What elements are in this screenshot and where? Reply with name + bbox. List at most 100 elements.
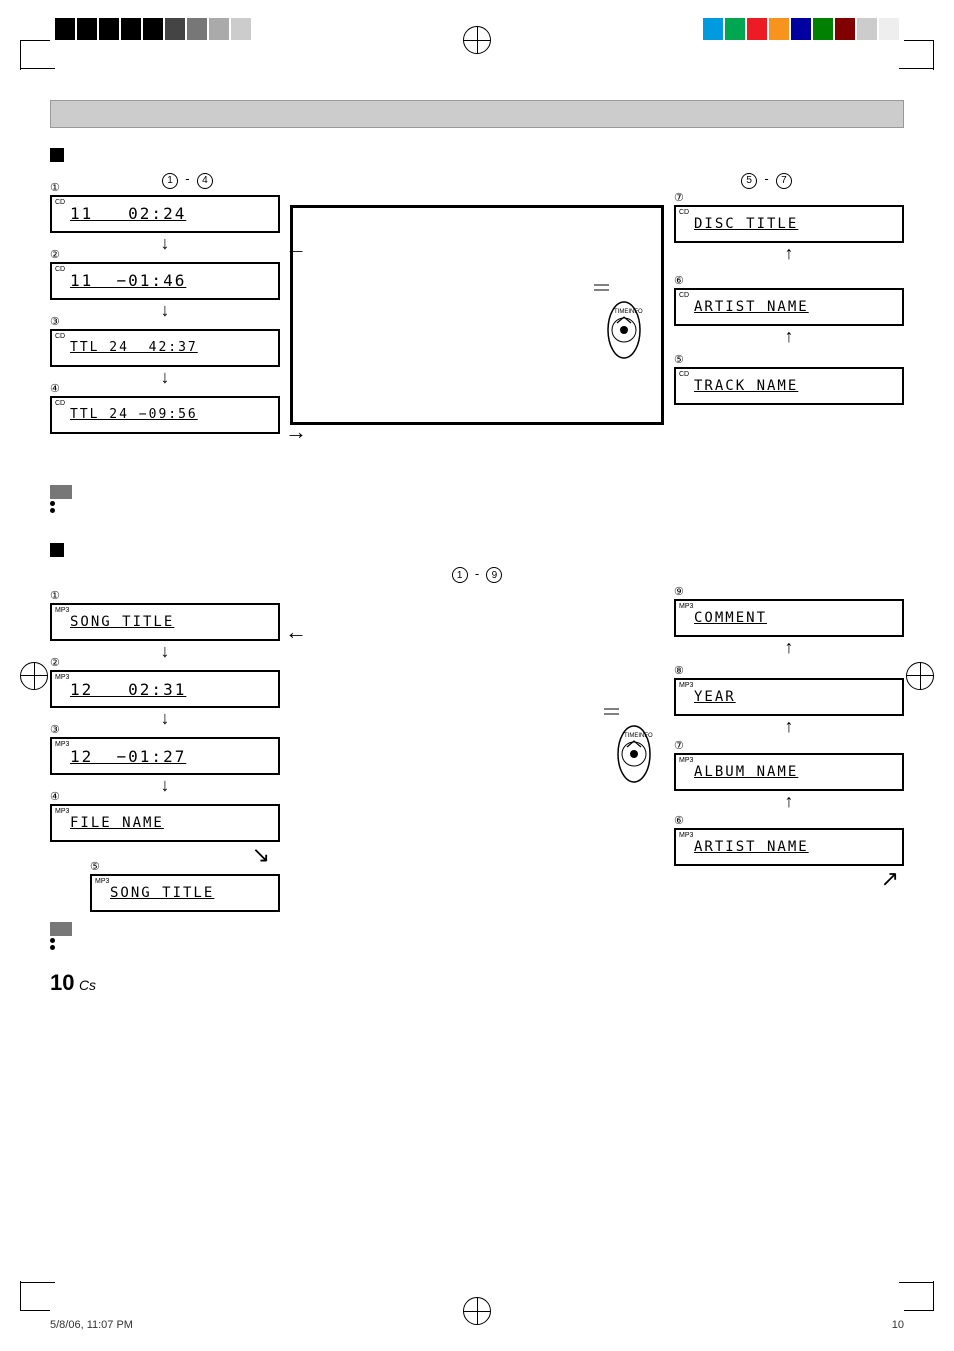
cd-item-5-content: TRACK NAME — [694, 378, 798, 394]
cd-step-7: 7 — [776, 173, 792, 189]
mp3-step-9: 9 — [486, 567, 502, 583]
mp3-item-6-arrow: ↗ — [674, 866, 904, 892]
mp3-item-2-arrow: ↓ — [50, 708, 280, 729]
mp3-item-9-badge: MP3 — [679, 603, 693, 610]
mp3-item-7-box: MP3 ALBUM NAME — [674, 753, 904, 791]
page-suffix: Cs — [79, 977, 96, 993]
cd-item-3-box: CD TTL 24 42:37 — [50, 329, 280, 367]
mp3-item-6-badge: MP3 — [679, 832, 693, 839]
cd-item-6-content: ARTIST NAME — [694, 299, 809, 315]
mp3-item-9-arrow: ↑ — [674, 637, 904, 658]
mp3-arrow-left: ← — [285, 619, 307, 645]
cd-range-left: 1 - 4 — [162, 171, 213, 189]
mp3-bullet-2 — [50, 945, 904, 950]
cd-item-1-badge: CD — [55, 199, 65, 206]
page-number-area: 10 Cs — [50, 970, 904, 996]
mp3-section-icon — [50, 543, 64, 557]
cd-item-6-badge: CD — [679, 292, 689, 299]
bottom-left-corner — [20, 1281, 50, 1311]
cd-item-7-badge: CD — [679, 209, 689, 216]
cd-step-5: 5 — [741, 173, 757, 189]
mp3-item-5-num: ⑤ — [90, 860, 100, 873]
mp3-item-2-badge: MP3 — [55, 674, 69, 681]
mp3-item-5-badge: MP3 — [95, 878, 109, 885]
cd-item-2-badge: CD — [55, 266, 65, 273]
cd-item-1-content: 11 02:24 — [70, 204, 186, 223]
cd-step-1: 1 — [162, 173, 178, 189]
cd-item-5-box: CD TRACK NAME — [674, 367, 904, 405]
cd-range-right: 5 - 7 — [741, 171, 792, 189]
cd-item-5-badge: CD — [679, 371, 689, 378]
cd-item-2-content: 11 −01:46 — [70, 271, 186, 290]
cd-item-6-box: CD ARTIST NAME — [674, 288, 904, 326]
mp3-item-1-num: ① — [50, 589, 60, 602]
mp3-item-5-content: SONG TITLE — [110, 885, 214, 901]
cd-item-7-content: DISC TITLE — [694, 216, 798, 232]
cd-arrow-left-top: ← — [285, 235, 307, 261]
mp3-item-9-box: MP3 COMMENT — [674, 599, 904, 637]
mp3-item-7-badge: MP3 — [679, 757, 693, 764]
cd-item-2-num: ② — [50, 248, 60, 261]
cd-item-1-arrow: ↓ — [50, 233, 280, 254]
footer-page: 10 — [892, 1319, 904, 1331]
mp3-item-2-num: ② — [50, 656, 60, 669]
bottom-right-corner — [904, 1281, 934, 1311]
mp3-item-7-arrow: ↑ — [674, 791, 904, 812]
color-bar-left — [55, 18, 251, 40]
cd-item-3-num: ③ — [50, 315, 60, 328]
top-right-corner — [904, 40, 934, 70]
mp3-item-8-num: ⑧ — [674, 664, 684, 677]
cd-section-icon — [50, 148, 64, 162]
cd-item-3-badge: CD — [55, 333, 65, 340]
footer-date: 5/8/06, 11:07 PM — [50, 1319, 133, 1331]
mp3-bullet-1 — [50, 938, 904, 943]
color-bar-right — [703, 18, 899, 40]
cd-item-1-box: CD 11 02:24 — [50, 195, 280, 233]
mp3-item-8-badge: MP3 — [679, 682, 693, 689]
mp3-item-6-content: ARTIST NAME — [694, 839, 809, 855]
mp3-item-4-content: FILE NAME — [70, 815, 164, 831]
cd-item-6-arrow: ↑ — [674, 326, 904, 347]
mp3-item-8-box: MP3 YEAR — [674, 678, 904, 716]
mp3-remote-icon: TIMEINFO — [599, 699, 654, 789]
crosshair-top — [463, 26, 491, 54]
mp3-item-9-num: ⑨ — [674, 585, 684, 598]
mp3-item-6-box: MP3 ARTIST NAME — [674, 828, 904, 866]
mp3-item-8-arrow: ↑ — [674, 716, 904, 737]
cd-item-3-arrow: ↓ — [50, 367, 280, 388]
mp3-item-4-num: ④ — [50, 790, 60, 803]
h-line-bottom-right — [899, 1282, 934, 1283]
cd-item-4-box: CD TTL 24 −09:56 — [50, 396, 280, 434]
cd-item-3-content: TTL 24 42:37 — [70, 340, 198, 355]
mp3-item-2-box: MP3 12 02:31 — [50, 670, 280, 708]
mp3-item-5-box: MP3 SONG TITLE — [90, 874, 280, 912]
page-number: 10 — [50, 970, 74, 995]
cd-item-4-num: ④ — [50, 382, 60, 395]
h-line-bottom-left — [20, 1282, 55, 1283]
mp3-item-4-badge: MP3 — [55, 808, 69, 815]
mp3-item-3-arrow: ↓ — [50, 775, 280, 796]
mp3-item-6-num: ⑥ — [674, 814, 684, 827]
cd-item-4-badge: CD — [55, 400, 65, 407]
mp3-item-1-badge: MP3 — [55, 607, 69, 614]
mp3-item-4-arrow: ↘ — [50, 842, 280, 868]
mp3-item-1-content: SONG TITLE — [70, 614, 174, 630]
mp3-item-8-content: YEAR — [694, 689, 736, 705]
mp3-item-2-content: 12 02:31 — [70, 680, 186, 699]
mp3-item-7-num: ⑦ — [674, 739, 684, 752]
mp3-item-4-box: MP3 FILE NAME — [50, 804, 280, 842]
cd-arrow-right: → — [285, 419, 307, 445]
cd-item-2-arrow: ↓ — [50, 300, 280, 321]
cd-item-7-num: ⑦ — [674, 191, 684, 204]
mp3-step-1: 1 — [452, 567, 468, 583]
mp3-item-7-content: ALBUM NAME — [694, 764, 798, 780]
cd-item-2-box: CD 11 −01:46 — [50, 262, 280, 300]
cd-step-4: 4 — [197, 173, 213, 189]
cd-note-rect — [50, 485, 904, 499]
mp3-item-3-content: 12 −01:27 — [70, 747, 186, 766]
cd-item-4-content: TTL 24 −09:56 — [70, 407, 198, 422]
cd-bullet-1 — [50, 501, 904, 506]
crosshair-right — [906, 662, 934, 690]
cd-item-7-arrow: ↑ — [674, 243, 904, 264]
top-left-corner — [20, 40, 50, 70]
